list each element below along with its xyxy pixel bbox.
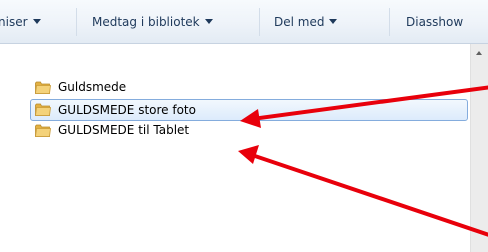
toolbar-separator	[76, 8, 77, 36]
vertical-scrollbar[interactable]	[470, 44, 488, 252]
command-bar: niser Medtag i bibliotek Del med Diassho…	[0, 0, 488, 44]
organize-menu[interactable]: niser	[0, 13, 41, 31]
explorer-window: niser Medtag i bibliotek Del med Diassho…	[0, 0, 488, 252]
list-item-selected[interactable]: GULDSMEDE store foto	[30, 99, 468, 121]
share-with-menu[interactable]: Del med	[274, 13, 338, 31]
toolbar-separator	[259, 8, 260, 36]
folder-icon	[35, 103, 51, 116]
list-item[interactable]: Guldsmede	[30, 77, 468, 99]
chevron-down-icon	[329, 19, 338, 24]
share-with-label: Del med	[274, 15, 325, 29]
slideshow-button[interactable]: Diasshow	[406, 13, 463, 31]
toolbar-separator	[389, 8, 390, 36]
file-name: GULDSMEDE til Tablet	[58, 123, 190, 137]
folder-icon	[35, 124, 51, 137]
file-name: Guldsmede	[58, 80, 127, 94]
file-list: Guldsmede GULDSMEDE store foto GULDSMEDE…	[0, 44, 468, 252]
include-in-library-label: Medtag i bibliotek	[92, 15, 200, 29]
include-in-library-menu[interactable]: Medtag i bibliotek	[92, 13, 213, 31]
file-name: GULDSMEDE store foto	[58, 103, 196, 117]
scroll-up-button[interactable]	[471, 44, 488, 61]
list-item[interactable]: GULDSMEDE til Tablet	[30, 120, 468, 142]
chevron-down-icon	[204, 19, 213, 24]
slideshow-label: Diasshow	[406, 15, 464, 29]
chevron-down-icon	[32, 19, 41, 24]
arrow-up-icon	[476, 51, 482, 55]
folder-icon	[35, 81, 51, 94]
organize-label: niser	[0, 15, 28, 29]
